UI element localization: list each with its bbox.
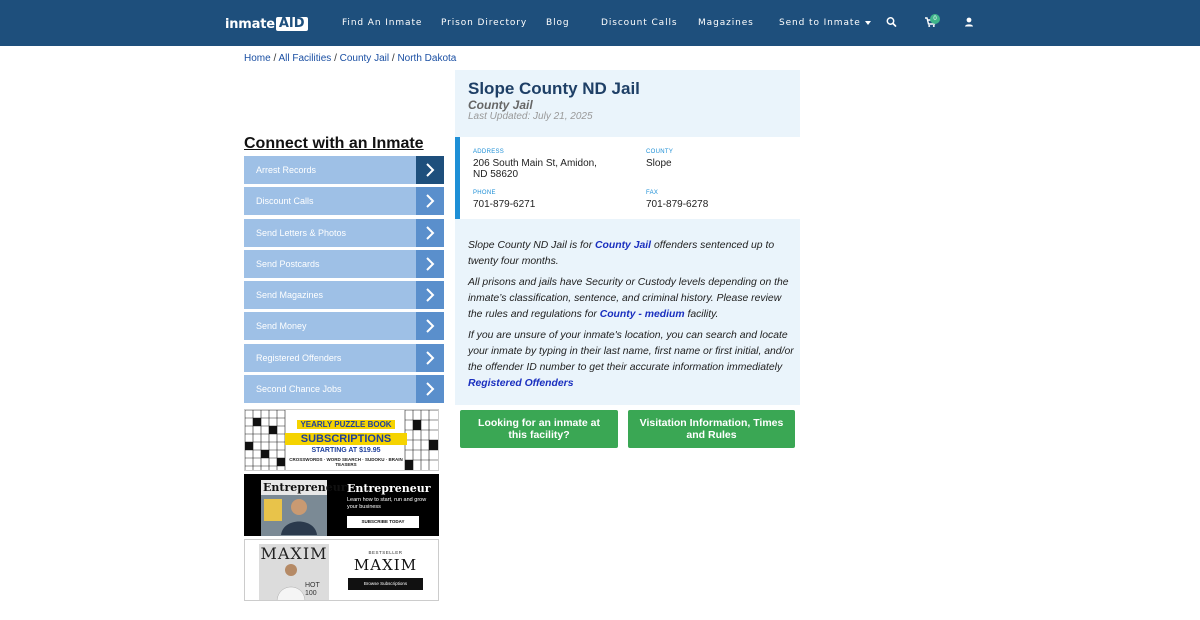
top-navbar [0, 0, 1200, 46]
browse-subscriptions-button[interactable]: Browse Subscriptions [348, 578, 423, 590]
sidebar-item-registered-offenders[interactable]: Registered Offenders [244, 343, 444, 372]
sidebar-item-label: Send Money [256, 321, 307, 332]
address-label: ADDRESS [473, 149, 505, 155]
entrepreneur-brand: Entrepreneur [347, 482, 431, 495]
chevron-right-icon [416, 281, 444, 310]
breadcrumb-north-dakota[interactable]: North Dakota [397, 53, 456, 64]
caret-down-icon [864, 21, 871, 25]
sidebar-menu: Arrest Records Discount Calls Send Lette… [244, 156, 444, 406]
search-icon[interactable] [884, 14, 900, 30]
county-jail-link[interactable]: County Jail [595, 240, 651, 251]
find-inmate-at-facility-button[interactable]: Looking for an inmate at this facility? [460, 410, 618, 448]
sidebar-item-label: Send Postcards [256, 258, 320, 269]
puzzle-ad-line1: YEARLY PUZZLE BOOK [297, 420, 395, 429]
entrepreneur-magazine-ad[interactable]: Entrepreneur Entrepreneur Learn how to s… [244, 474, 439, 536]
breadcrumb-separator: / [273, 53, 277, 64]
nav-discount-calls[interactable]: Discount Calls [601, 0, 677, 46]
chevron-right-icon [416, 343, 444, 372]
registered-offenders-link[interactable]: Registered Offenders [468, 378, 573, 389]
cover-person-graphic [264, 499, 317, 535]
breadcrumb-separator: / [334, 53, 337, 64]
nav-send-to-inmate[interactable]: Send to Inmate [779, 0, 871, 46]
breadcrumb-all-facilities[interactable]: All Facilities [278, 53, 331, 64]
chevron-right-icon [416, 218, 444, 247]
facility-type: County Jail [468, 98, 533, 112]
sidebar-item-label: Second Chance Jobs [256, 384, 342, 395]
sidebar-item-arrest-records[interactable]: Arrest Records [244, 156, 444, 184]
description-paragraph-2: All prisons and jails have Security or C… [468, 275, 798, 323]
visitation-info-button[interactable]: Visitation Information, Times and Rules [628, 410, 795, 448]
chevron-right-icon [416, 375, 444, 404]
description-paragraph-3: If you are unsure of your inmate's locat… [468, 328, 798, 392]
county-value: Slope [646, 158, 672, 169]
paragraph-text: If you are unsure of your inmate's locat… [468, 330, 794, 373]
last-updated: Last Updated: July 21, 2025 [468, 111, 593, 122]
sidebar-item-send-postcards[interactable]: Send Postcards [244, 249, 444, 278]
address-line2: ND 58620 [473, 169, 519, 180]
user-icon[interactable] [961, 14, 977, 30]
facility-info-box: ADDRESS 206 South Main St, Amidon, ND 58… [455, 137, 800, 219]
puzzle-ad-text: YEARLY PUZZLE BOOK SUBSCRIPTIONS STARTIN… [285, 414, 407, 467]
nav-send-to-inmate-label: Send to Inmate [779, 18, 861, 28]
maxim-kicker: BESTSELLER [368, 550, 403, 555]
breadcrumb: Home / All Facilities / County Jail / No… [244, 53, 456, 64]
chevron-right-icon [416, 249, 444, 278]
subscribe-today-button[interactable]: SUBSCRIBE TODAY [347, 516, 419, 528]
sidebar-item-send-letters-photos[interactable]: Send Letters & Photos [244, 218, 444, 247]
sidebar-item-label: Registered Offenders [256, 352, 342, 363]
breadcrumb-home[interactable]: Home [244, 53, 271, 64]
fax-label: FAX [646, 190, 659, 196]
nav-prison-directory[interactable]: Prison Directory [441, 0, 527, 46]
maxim-cover-hot100: HOT 100 [305, 582, 320, 597]
sidebar-item-label: Discount Calls [256, 196, 314, 207]
chevron-right-icon [416, 187, 444, 216]
county-label: COUNTY [646, 149, 674, 155]
sidebar-item-label: Arrest Records [256, 165, 317, 175]
nav-magazines[interactable]: Magazines [698, 0, 754, 46]
puzzle-ad-line2: SUBSCRIPTIONS [285, 433, 407, 445]
paragraph-text: Slope County ND Jail is for [468, 240, 596, 251]
entrepreneur-cover-title: Entrepreneur [261, 480, 347, 495]
nav-find-an-inmate[interactable]: Find An Inmate [342, 0, 422, 46]
phone-label: PHONE [473, 190, 496, 196]
maxim-magazine-ad[interactable]: MAXIM HOT 100 BESTSELLER MAXIM Browse Su… [244, 539, 439, 601]
nav-blog[interactable]: Blog [546, 0, 570, 46]
sidebar-item-discount-calls[interactable]: Discount Calls [244, 187, 444, 216]
inmateaid-logo[interactable]: inmate AID [225, 15, 308, 33]
sidebar-item-second-chance-jobs[interactable]: Second Chance Jobs [244, 375, 444, 404]
fax-value: 701-879-6278 [646, 199, 709, 210]
paragraph-text: facility. [684, 309, 719, 320]
sidebar-item-send-magazines[interactable]: Send Magazines [244, 281, 444, 310]
breadcrumb-separator: / [391, 53, 395, 64]
facility-panel: Slope County ND Jail County Jail Last Up… [455, 70, 800, 405]
sidebar-item-label: Send Letters & Photos [256, 227, 347, 238]
address-line1: 206 South Main St, Amidon, [473, 158, 597, 169]
maxim-cover-title: MAXIM [260, 544, 328, 563]
puzzle-ad-line4: CROSSWORDS · WORD SEARCH · SUDOKU · BRAI… [289, 457, 403, 467]
maxim-brand: MAXIM [353, 556, 418, 574]
sidebar-item-send-money[interactable]: Send Money [244, 312, 444, 341]
county-medium-link[interactable]: County - medium [600, 309, 685, 320]
description-paragraph-1: Slope County ND Jail is for County Jail … [468, 238, 798, 270]
entrepreneur-tagline: Learn how to start, run and grow your bu… [347, 497, 427, 510]
cart-count-badge: 0 [930, 14, 940, 24]
entrepreneur-cover-image: Entrepreneur [261, 480, 347, 536]
logo-text-box: AID [275, 17, 308, 31]
facility-title: Slope County ND Jail [468, 79, 640, 98]
maxim-cover-image: MAXIM HOT 100 [259, 544, 329, 600]
chevron-right-icon [416, 312, 444, 341]
breadcrumb-county-jail[interactable]: County Jail [340, 53, 389, 64]
puzzle-subscription-ad[interactable]: YEARLY PUZZLE BOOK SUBSCRIPTIONS STARTIN… [244, 409, 439, 471]
phone-value[interactable]: 701-879-6271 [473, 199, 535, 210]
sidebar-heading: Connect with an Inmate [244, 135, 424, 152]
chevron-right-icon [416, 156, 444, 184]
logo-text: inmate [225, 16, 275, 32]
sidebar-item-label: Send Magazines [256, 290, 324, 301]
puzzle-ad-line3: STARTING AT $19.95 [311, 447, 381, 454]
